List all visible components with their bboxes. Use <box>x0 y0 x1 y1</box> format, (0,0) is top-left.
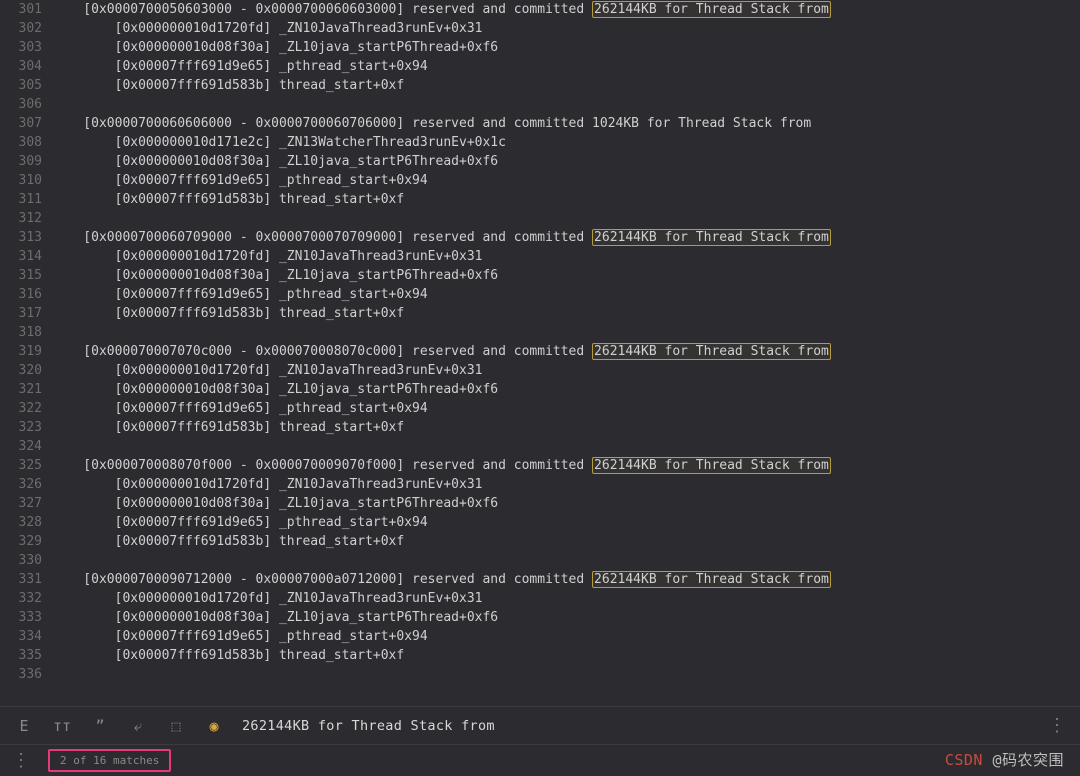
search-match-highlight: 262144KB for Thread Stack from <box>592 571 831 588</box>
status-bar: ⋮ 2 of 16 matches <box>0 744 1080 776</box>
line-number: 328 <box>0 513 42 532</box>
line-number: 330 <box>0 551 42 570</box>
regex-toggle-icon[interactable]: E <box>14 716 34 736</box>
code-line[interactable]: [0x0000700050603000 - 0x0000700060603000… <box>52 0 1080 19</box>
code-line[interactable] <box>52 323 1080 342</box>
line-number: 313 <box>0 228 42 247</box>
code-line[interactable]: [0x00007fff691d9e65] _pthread_start+0x94 <box>52 513 1080 532</box>
code-line[interactable]: [0x000000010d08f30a] _ZL10java_startP6Th… <box>52 152 1080 171</box>
code-line[interactable] <box>52 95 1080 114</box>
code-line[interactable]: [0x00007fff691d9e65] _pthread_start+0x94 <box>52 627 1080 646</box>
line-number: 302 <box>0 19 42 38</box>
line-number: 310 <box>0 171 42 190</box>
code-line[interactable]: [0x000000010d08f30a] _ZL10java_startP6Th… <box>52 494 1080 513</box>
line-number: 309 <box>0 152 42 171</box>
line-number: 311 <box>0 190 42 209</box>
code-line[interactable]: [0x000000010d1720fd] _ZN10JavaThread3run… <box>52 589 1080 608</box>
line-number: 305 <box>0 76 42 95</box>
find-toolbar: E тт ” ⤶ ⬚ ◉ ⋮ <box>0 706 1080 744</box>
code-line[interactable]: [0x00007fff691d583b] thread_start+0xf <box>52 190 1080 209</box>
line-number: 320 <box>0 361 42 380</box>
search-match-highlight: 262144KB for Thread Stack from <box>592 229 831 246</box>
line-number: 315 <box>0 266 42 285</box>
code-line[interactable]: [0x000000010d1720fd] _ZN10JavaThread3run… <box>52 247 1080 266</box>
code-line[interactable]: [0x000000010d08f30a] _ZL10java_startP6Th… <box>52 38 1080 57</box>
line-number: 332 <box>0 589 42 608</box>
line-number: 314 <box>0 247 42 266</box>
code-line[interactable] <box>52 551 1080 570</box>
code-line[interactable]: [0x000000010d08f30a] _ZL10java_startP6Th… <box>52 266 1080 285</box>
code-line[interactable]: [0x00007fff691d9e65] _pthread_start+0x94 <box>52 285 1080 304</box>
in-selection-toggle-icon[interactable]: ⬚ <box>166 716 186 736</box>
highlight-toggle-icon[interactable]: ◉ <box>204 716 224 736</box>
line-number: 326 <box>0 475 42 494</box>
line-number: 324 <box>0 437 42 456</box>
status-more-icon[interactable]: ⋮ <box>12 750 30 771</box>
code-line[interactable]: [0x00007fff691d583b] thread_start+0xf <box>52 418 1080 437</box>
line-number: 316 <box>0 285 42 304</box>
code-line[interactable]: [0x00007fff691d9e65] _pthread_start+0x94 <box>52 171 1080 190</box>
line-number: 333 <box>0 608 42 627</box>
line-number: 303 <box>0 38 42 57</box>
line-number: 318 <box>0 323 42 342</box>
line-number: 321 <box>0 380 42 399</box>
line-number: 317 <box>0 304 42 323</box>
line-number: 336 <box>0 665 42 684</box>
code-line[interactable]: [0x000000010d1720fd] _ZN10JavaThread3run… <box>52 361 1080 380</box>
more-options-icon[interactable]: ⋮ <box>1048 715 1066 736</box>
line-number: 312 <box>0 209 42 228</box>
line-number: 306 <box>0 95 42 114</box>
line-number: 334 <box>0 627 42 646</box>
search-match-highlight: 262144KB for Thread Stack from <box>592 343 831 360</box>
code-line[interactable] <box>52 665 1080 684</box>
search-match-highlight: 262144KB for Thread Stack from <box>592 1 831 18</box>
line-number: 319 <box>0 342 42 361</box>
code-line[interactable]: [0x000000010d1720fd] _ZN10JavaThread3run… <box>52 19 1080 38</box>
code-line[interactable] <box>52 437 1080 456</box>
line-number: 329 <box>0 532 42 551</box>
line-number: 331 <box>0 570 42 589</box>
code-line[interactable]: [0x0000700090712000 - 0x00007000a0712000… <box>52 570 1080 589</box>
case-sensitive-toggle-icon[interactable]: тт <box>52 716 72 736</box>
code-line[interactable]: [0x00007fff691d9e65] _pthread_start+0x94 <box>52 57 1080 76</box>
code-line[interactable]: [0x000070008070f000 - 0x000070009070f000… <box>52 456 1080 475</box>
line-number: 327 <box>0 494 42 513</box>
code-editor[interactable]: 3013023033043053063073083093103113123133… <box>0 0 1080 705</box>
code-line[interactable]: [0x00007fff691d583b] thread_start+0xf <box>52 646 1080 665</box>
line-number: 301 <box>0 0 42 19</box>
code-line[interactable]: [0x00007fff691d583b] thread_start+0xf <box>52 76 1080 95</box>
code-line[interactable]: [0x000070007070c000 - 0x000070008070c000… <box>52 342 1080 361</box>
code-line[interactable]: [0x00007fff691d9e65] _pthread_start+0x94 <box>52 399 1080 418</box>
code-line[interactable] <box>52 209 1080 228</box>
line-number: 308 <box>0 133 42 152</box>
line-number: 307 <box>0 114 42 133</box>
code-line[interactable]: [0x000000010d08f30a] _ZL10java_startP6Th… <box>52 608 1080 627</box>
line-number: 325 <box>0 456 42 475</box>
line-number: 335 <box>0 646 42 665</box>
code-line[interactable]: [0x0000700060709000 - 0x0000700070709000… <box>52 228 1080 247</box>
line-number: 323 <box>0 418 42 437</box>
code-area[interactable]: [0x0000700050603000 - 0x0000700060603000… <box>52 0 1080 705</box>
line-number: 322 <box>0 399 42 418</box>
search-input[interactable] <box>242 718 1030 734</box>
code-line[interactable]: [0x000000010d171e2c] _ZN13WatcherThread3… <box>52 133 1080 152</box>
match-count-badge: 2 of 16 matches <box>48 749 171 772</box>
code-line[interactable]: [0x00007fff691d583b] thread_start+0xf <box>52 304 1080 323</box>
line-number-gutter: 3013023033043053063073083093103113123133… <box>0 0 52 705</box>
whole-word-toggle-icon[interactable]: ” <box>90 716 110 736</box>
code-line[interactable]: [0x000000010d1720fd] _ZN10JavaThread3run… <box>52 475 1080 494</box>
code-line[interactable]: [0x00007fff691d583b] thread_start+0xf <box>52 532 1080 551</box>
search-match-highlight: 262144KB for Thread Stack from <box>592 457 831 474</box>
code-line[interactable]: [0x0000700060606000 - 0x0000700060706000… <box>52 114 1080 133</box>
code-line[interactable]: [0x000000010d08f30a] _ZL10java_startP6Th… <box>52 380 1080 399</box>
wrap-toggle-icon[interactable]: ⤶ <box>128 716 148 736</box>
line-number: 304 <box>0 57 42 76</box>
